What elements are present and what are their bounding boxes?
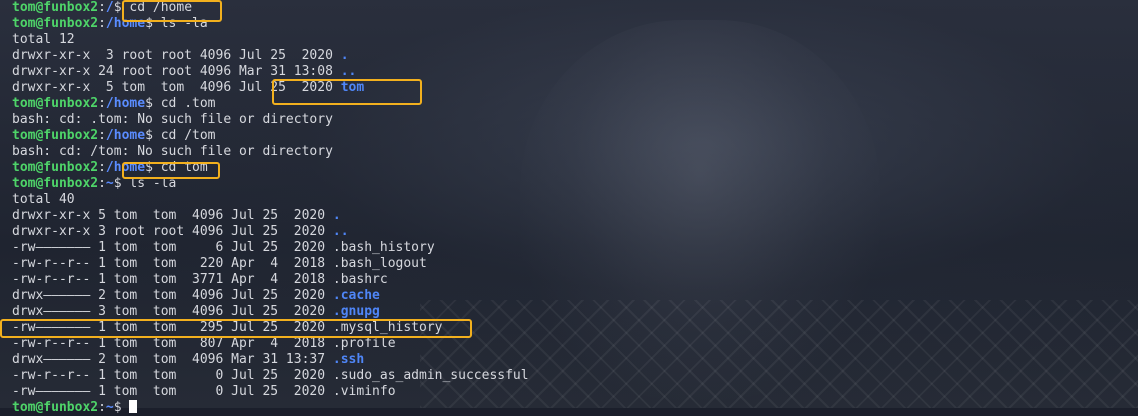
command-text: ls -la bbox=[129, 176, 177, 191]
prompt-dollar: $ bbox=[145, 16, 161, 31]
ls-entry-name: .bash_logout bbox=[332, 256, 427, 271]
prompt-line: tom@funbox2:/$ cd /home bbox=[12, 0, 529, 16]
ls-entry-attributes: drwx—————— 2 tom tom 4096 Jul 25 2020 bbox=[12, 288, 333, 303]
ls-entry-attributes: -rw-r--r-- 1 tom tom 807 Apr 4 2018 bbox=[12, 336, 333, 351]
ls-entry-attributes: drwxr-xr-x 3 root root 4096 Jul 25 2020 bbox=[12, 48, 341, 63]
prompt-separator: : bbox=[98, 160, 106, 175]
prompt-line: tom@funbox2:/home$ cd .tom bbox=[12, 96, 529, 112]
terminal-window[interactable]: tom@funbox2:/$ cd /home tom@funbox2:/home… bbox=[0, 0, 1138, 415]
prompt-dollar: $ bbox=[113, 176, 130, 191]
ls-entry-attributes: drwx—————— 3 tom tom 4096 Jul 25 2020 bbox=[12, 304, 333, 319]
ls-entry: -rw-r--r-- 1 tom tom 0 Jul 25 2020 .sudo… bbox=[12, 368, 529, 384]
ls-entry-attributes: -rw-r--r-- 1 tom tom 0 Jul 25 2020 bbox=[12, 368, 333, 383]
output-text: total 40 bbox=[12, 192, 75, 207]
ls-entry-attributes: -rw-r--r-- 1 tom tom 3771 Apr 4 2018 bbox=[12, 272, 333, 287]
command-text: cd .tom bbox=[160, 96, 216, 111]
command-text: ls -la bbox=[160, 16, 208, 31]
command-text: cd /home bbox=[129, 0, 193, 15]
prompt-separator: : bbox=[98, 0, 106, 15]
ls-entry: drwx—————— 3 tom tom 4096 Jul 25 2020 .g… bbox=[12, 304, 529, 320]
ls-entry: drwxr-xr-x 5 tom tom 4096 Jul 25 2020 . bbox=[12, 208, 529, 224]
ls-entry: drwxr-xr-x 24 root root 4096 Mar 31 13:0… bbox=[12, 64, 529, 80]
prompt-path: /home bbox=[105, 96, 146, 111]
ls-entry-attributes: -rw——————— 1 tom tom 0 Jul 25 2020 bbox=[12, 384, 333, 399]
ls-entry: -rw——————— 1 tom tom 295 Jul 25 2020 .my… bbox=[12, 320, 529, 336]
ls-entry: drwxr-xr-x 3 root root 4096 Jul 25 2020 … bbox=[12, 48, 529, 64]
ls-entry: -rw——————— 1 tom tom 0 Jul 25 2020 .vimi… bbox=[12, 384, 529, 400]
command-text: cd /tom bbox=[160, 128, 216, 143]
ls-entry-name: .bashrc bbox=[332, 272, 388, 287]
prompt-dollar: $ bbox=[145, 128, 161, 143]
prompt-path: / bbox=[105, 0, 114, 15]
ls-entry-name: . bbox=[340, 48, 349, 63]
prompt-user-host: tom@funbox2 bbox=[12, 0, 99, 15]
prompt-separator: : bbox=[98, 128, 106, 143]
ls-entry-name: .. bbox=[340, 64, 357, 79]
ls-entry-attributes: drwxr-xr-x 3 root root 4096 Jul 25 2020 bbox=[12, 224, 333, 239]
prompt-user-host: tom@funbox2 bbox=[12, 96, 99, 111]
ls-entry: drwx—————— 2 tom tom 4096 Mar 31 13:37 .… bbox=[12, 352, 529, 368]
prompt-line: tom@funbox2:/home$ ls -la bbox=[12, 16, 529, 32]
prompt-user-host: tom@funbox2 bbox=[12, 176, 99, 191]
ls-entry-name: .profile bbox=[332, 336, 396, 351]
output-line: total 40 bbox=[12, 192, 529, 208]
ls-entry-attributes: drwx—————— 2 tom tom 4096 Mar 31 13:37 bbox=[12, 352, 333, 367]
ls-entry-name: .viminfo bbox=[332, 384, 396, 399]
ls-entry-name: .gnupg bbox=[332, 304, 380, 319]
prompt-separator: : bbox=[98, 96, 106, 111]
ls-entry-name: . bbox=[332, 208, 341, 223]
prompt-dollar: $ bbox=[145, 96, 161, 111]
prompt-line: tom@funbox2:/home$ cd /tom bbox=[12, 128, 529, 144]
ls-entry: -rw-r--r-- 1 tom tom 807 Apr 4 2018 .pro… bbox=[12, 336, 529, 352]
ls-entry-attributes: -rw-r--r-- 1 tom tom 220 Apr 4 2018 bbox=[12, 256, 333, 271]
ls-entry: drwxr-xr-x 5 tom tom 4096 Jul 25 2020 to… bbox=[12, 80, 529, 96]
ls-entry-attributes: drwxr-xr-x 5 tom tom 4096 Jul 25 2020 bbox=[12, 80, 341, 95]
prompt-line: tom@funbox2:~$ ls -la bbox=[12, 176, 529, 192]
ls-entry: drwxr-xr-x 3 root root 4096 Jul 25 2020 … bbox=[12, 224, 529, 240]
command-text: cd tom bbox=[160, 160, 208, 175]
prompt-user-host: tom@funbox2 bbox=[12, 128, 99, 143]
terminal-output: tom@funbox2:/$ cd /home tom@funbox2:/home… bbox=[12, 0, 529, 416]
ls-entry-name: .mysql_history bbox=[332, 320, 443, 335]
prompt-path: /home bbox=[105, 16, 146, 31]
prompt-line: tom@funbox2:~$ bbox=[12, 400, 529, 416]
ls-entry: -rw-r--r-- 1 tom tom 220 Apr 4 2018 .bas… bbox=[12, 256, 529, 272]
ls-entry-attributes: -rw——————— 1 tom tom 295 Jul 25 2020 bbox=[12, 320, 333, 335]
ls-entry-name: tom bbox=[340, 80, 365, 95]
ls-entry-attributes: -rw——————— 1 tom tom 6 Jul 25 2020 bbox=[12, 240, 333, 255]
ls-entry-name: .ssh bbox=[332, 352, 365, 367]
prompt-separator: : bbox=[98, 176, 106, 191]
prompt-user-host: tom@funbox2 bbox=[12, 16, 99, 31]
ls-entry: -rw——————— 1 tom tom 6 Jul 25 2020 .bash… bbox=[12, 240, 529, 256]
ls-entry-attributes: drwxr-xr-x 5 tom tom 4096 Jul 25 2020 bbox=[12, 208, 333, 223]
prompt-user-host: tom@funbox2 bbox=[12, 160, 99, 175]
ls-entry-name: .. bbox=[332, 224, 349, 239]
ls-entry: drwx—————— 2 tom tom 4096 Jul 25 2020 .c… bbox=[12, 288, 529, 304]
prompt-path: ~ bbox=[105, 176, 114, 191]
prompt-path: /home bbox=[105, 160, 146, 175]
prompt-dollar: $ bbox=[145, 160, 161, 175]
prompt-separator: : bbox=[98, 16, 106, 31]
output-text: bash: cd: /tom: No such file or director… bbox=[12, 144, 333, 159]
ls-entry-name: .sudo_as_admin_successful bbox=[332, 368, 529, 383]
prompt-dollar: $ bbox=[113, 0, 130, 15]
text-cursor[interactable] bbox=[129, 400, 138, 413]
output-text: bash: cd: .tom: No such file or director… bbox=[12, 112, 333, 127]
prompt-line: tom@funbox2:/home$ cd tom bbox=[12, 160, 529, 176]
ls-entry-name: .cache bbox=[332, 288, 380, 303]
ls-entry-name: .bash_history bbox=[332, 240, 435, 255]
ls-entry: -rw-r--r-- 1 tom tom 3771 Apr 4 2018 .ba… bbox=[12, 272, 529, 288]
output-line: bash: cd: .tom: No such file or director… bbox=[12, 112, 529, 128]
output-line: bash: cd: /tom: No such file or director… bbox=[12, 144, 529, 160]
prompt-path: /home bbox=[105, 128, 146, 143]
ls-entry-attributes: drwxr-xr-x 24 root root 4096 Mar 31 13:0… bbox=[12, 64, 341, 79]
output-text: total 12 bbox=[12, 32, 75, 47]
output-line: total 12 bbox=[12, 32, 529, 48]
